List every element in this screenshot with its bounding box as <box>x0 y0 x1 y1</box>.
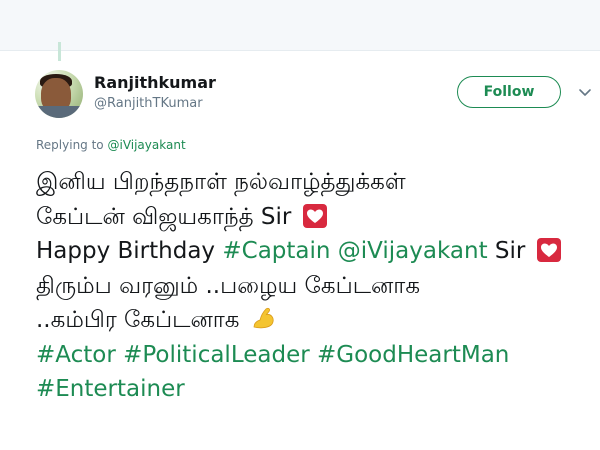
tweet-line-4: திரும்ப வரனும் ..பழைய கேப்டனாக <box>36 269 596 304</box>
avatar-shirt <box>35 106 83 118</box>
tweet-line-2-text: கேப்டன் விஜயகாந்த் Sir <box>36 203 292 230</box>
tweet-line-3-suffix: Sir <box>494 238 526 264</box>
user-display-name[interactable]: Ranjithkumar <box>94 73 216 92</box>
tweet-text: இனிய பிறந்தநாள் நல்வாழ்த்துக்கள் கேப்டன்… <box>36 165 596 407</box>
tweet-line-2: கேப்டன் விஜயகாந்த் Sir <box>36 200 596 235</box>
tweet-line-1: இனிய பிறந்தநாள் நல்வாழ்த்துக்கள் <box>36 165 596 200</box>
chevron-down-icon[interactable] <box>578 86 592 100</box>
mention-ivijayakant-link[interactable]: @iVijayakant <box>338 238 488 264</box>
replying-mention-link[interactable]: @iVijayakant <box>107 138 185 152</box>
tweet-line-3-text: Happy Birthday <box>36 238 216 264</box>
avatar[interactable] <box>35 70 83 118</box>
previous-tweet-area <box>0 0 600 51</box>
tweet-line-7: #Entertainer <box>36 372 596 407</box>
hashtag-captain-link[interactable]: #Captain <box>222 238 330 264</box>
tweet-line-4-text: திரும்ப வரனும் ..பழைய கேப்டனாக <box>36 272 421 299</box>
hashtag-goodheartman-link[interactable]: #GoodHeartMan <box>317 342 509 368</box>
flexed-biceps-icon <box>253 307 274 329</box>
thread-connector-line <box>58 42 61 61</box>
follow-button[interactable]: Follow <box>457 76 561 108</box>
tweet-line-6: #Actor #PoliticalLeader #GoodHeartMan <box>36 338 596 373</box>
user-handle[interactable]: @RanjithTKumar <box>94 96 203 111</box>
white-heart-icon <box>302 203 327 228</box>
hashtag-politicalleader-link[interactable]: #PoliticalLeader <box>123 342 310 368</box>
tweet-line-3: Happy Birthday #Captain @iVijayakant Sir <box>36 234 596 269</box>
hashtag-entertainer-link[interactable]: #Entertainer <box>36 376 185 402</box>
replying-to: Replying to @iVijayakant <box>36 138 186 152</box>
tweet-line-5: ..கம்பிர கேப்டனாக <box>36 303 596 338</box>
replying-prefix: Replying to <box>36 138 104 152</box>
hashtag-actor-link[interactable]: #Actor <box>36 342 116 368</box>
white-heart-icon <box>536 238 561 262</box>
tweet-line-5-text: ..கம்பிர கேப்டனாக <box>36 307 240 333</box>
tweet-line-1-text: இனிய பிறந்தநாள் நல்வாழ்த்துக்கள் <box>36 169 406 195</box>
